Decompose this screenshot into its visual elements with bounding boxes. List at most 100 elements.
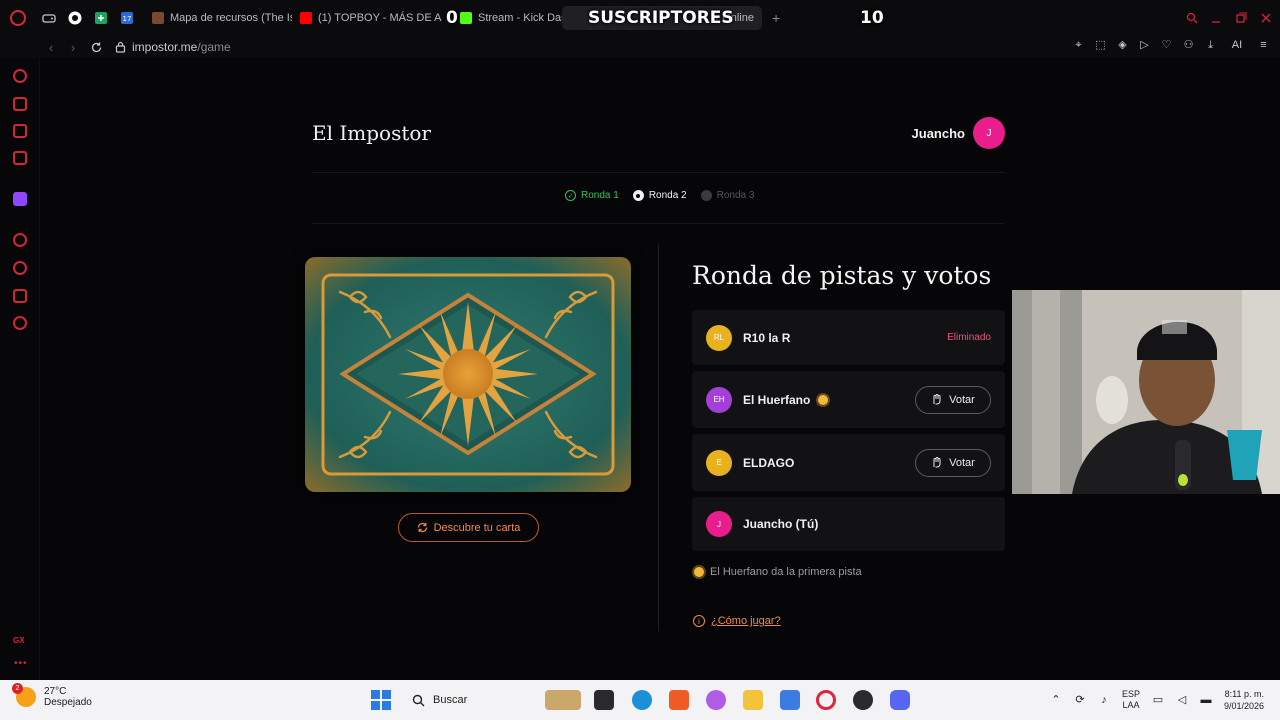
edge-icon[interactable] <box>632 690 652 710</box>
player-row: RL R10 la R Eliminado <box>692 310 1005 365</box>
pending-dot-icon <box>700 190 712 201</box>
check-icon: ✓ <box>565 190 576 201</box>
tab-mapa-recursos[interactable]: Mapa de recursos (The Isla <box>144 6 292 30</box>
pin-icon[interactable]: ⌖ <box>1072 39 1085 52</box>
user-name: Juancho <box>911 126 965 141</box>
opera-gx-taskbar-icon[interactable] <box>816 690 836 710</box>
round-label: Ronda 2 <box>648 190 687 201</box>
rounds-divider <box>312 223 1005 224</box>
news-icon[interactable] <box>13 124 27 138</box>
brave-icon[interactable] <box>669 690 689 710</box>
mail-icon[interactable] <box>13 151 27 165</box>
opera-menu-button[interactable] <box>0 10 36 26</box>
weather-sun-icon: 2 <box>12 683 36 707</box>
clock[interactable]: 8:11 p. m. 9/01/2026 <box>1224 688 1264 712</box>
close-window-icon[interactable] <box>1260 12 1272 24</box>
taskbar-search[interactable]: Buscar <box>402 685 532 715</box>
player-icon[interactable] <box>13 233 27 247</box>
info-icon: i <box>693 615 705 627</box>
gx-label: GX <box>13 636 25 645</box>
round-2-step: Ronda 2 <box>632 190 687 201</box>
snapshot-icon[interactable]: ⬚ <box>1094 39 1107 52</box>
extensions-icon[interactable] <box>13 289 27 303</box>
tab-title: Mapa de recursos (The Isla <box>170 12 292 24</box>
tab-topboy[interactable]: (1) TOPBOY - MÁS DE A <box>292 6 452 30</box>
tab-kick-stream[interactable]: Stream - Kick Dashb <box>452 6 562 30</box>
search-highlight-icon[interactable] <box>545 690 581 710</box>
menu-icon[interactable]: ≡ <box>1257 39 1270 52</box>
heart-icon[interactable]: ♡ <box>1160 39 1173 52</box>
app-17-icon[interactable]: 17 <box>120 11 134 25</box>
battery-icon[interactable]: ▬ <box>1200 694 1212 706</box>
round-heading: Ronda de pistas y votos <box>692 261 992 290</box>
secret-card[interactable] <box>305 257 631 492</box>
more-icon[interactable]: ••• <box>14 658 28 669</box>
minimize-icon[interactable] <box>1210 12 1222 24</box>
discord-icon[interactable] <box>890 690 910 710</box>
weather-condition: Despejado <box>44 697 92 708</box>
search-tabs-icon[interactable] <box>1186 12 1198 24</box>
player-avatar: EH <box>706 386 732 413</box>
url-path: /game <box>197 40 231 54</box>
player-avatar: E <box>706 449 732 476</box>
system-tray: ⌃ ⟳ ♪ ESP LAA ▭ ◁ ▬ 8:11 p. m. 9/01/2026 <box>1050 688 1264 712</box>
download-icon[interactable]: ⤓ <box>1204 39 1217 52</box>
file-explorer-icon[interactable] <box>743 690 763 710</box>
hand-icon <box>933 457 941 468</box>
tab-title: (1) TOPBOY - MÁS DE A <box>318 12 442 24</box>
user-avatar[interactable]: J <box>973 117 1005 149</box>
vote-button[interactable]: Votar <box>915 385 991 414</box>
forward-icon[interactable]: › <box>62 40 84 55</box>
restore-icon[interactable] <box>1235 12 1247 24</box>
weather-widget[interactable]: 2 27°C Despejado <box>12 683 92 708</box>
sheets-icon[interactable] <box>94 11 108 25</box>
gx-corner-icon[interactable] <box>13 97 27 111</box>
player-row: J Juancho (Tú) <box>692 497 1005 551</box>
streamer-webcam-image <box>1012 290 1280 494</box>
task-view-icon[interactable] <box>594 690 614 710</box>
gamepad-icon[interactable] <box>42 11 56 25</box>
player-avatar: RL <box>706 324 732 351</box>
how-to-play-label: ¿Cómo jugar? <box>711 615 781 627</box>
history-icon[interactable] <box>13 261 27 275</box>
play-icon[interactable]: ▷ <box>1138 39 1151 52</box>
opera-logo-icon <box>10 10 26 26</box>
profile-icon[interactable]: ⚇ <box>1182 39 1195 52</box>
browser-sidebar: GX ••• <box>0 58 40 680</box>
status-badge: Eliminado <box>947 332 991 343</box>
twitch-icon[interactable] <box>13 192 27 206</box>
speed-dial-icon[interactable] <box>13 69 27 83</box>
mic-icon[interactable]: ♪ <box>1098 694 1110 706</box>
back-icon[interactable]: ‹ <box>40 40 62 55</box>
column-divider <box>658 244 659 631</box>
tab-title: Stream - Kick Dashb <box>478 12 562 24</box>
reveal-card-button[interactable]: Descubre tu carta <box>398 513 539 542</box>
volume-icon[interactable]: ◁ <box>1176 694 1188 706</box>
site-title[interactable]: El Impostor <box>312 121 431 145</box>
hand-icon <box>933 394 941 405</box>
url-field[interactable]: impostor.me/game <box>132 40 231 54</box>
github-icon[interactable] <box>68 11 82 25</box>
sun-card-art <box>305 257 631 492</box>
mail-app-icon[interactable] <box>780 690 800 710</box>
webcam-overlay <box>1012 290 1280 494</box>
how-to-play-link[interactable]: i ¿Cómo jugar? <box>693 615 781 627</box>
header-divider <box>312 172 1005 173</box>
sync-icon[interactable]: ⟳ <box>1074 694 1086 706</box>
ai-button[interactable]: AI <box>1226 39 1248 52</box>
player-avatar: J <box>706 511 732 537</box>
language-indicator[interactable]: ESP LAA <box>1122 689 1140 711</box>
shield-icon[interactable]: ◈ <box>1116 39 1129 52</box>
vote-button[interactable]: Votar <box>915 448 991 477</box>
round-label: Ronda 3 <box>716 190 755 201</box>
new-tab-button[interactable]: + <box>772 10 780 26</box>
network-icon[interactable]: ▭ <box>1152 694 1164 706</box>
settings-icon[interactable] <box>13 316 27 330</box>
obs-icon[interactable] <box>853 690 873 710</box>
start-button[interactable] <box>371 690 391 710</box>
copilot-icon[interactable] <box>706 690 726 710</box>
lock-icon[interactable] <box>115 41 126 53</box>
svg-text:17: 17 <box>123 15 132 23</box>
chevron-up-icon[interactable]: ⌃ <box>1050 694 1062 706</box>
reload-icon[interactable] <box>90 41 103 54</box>
